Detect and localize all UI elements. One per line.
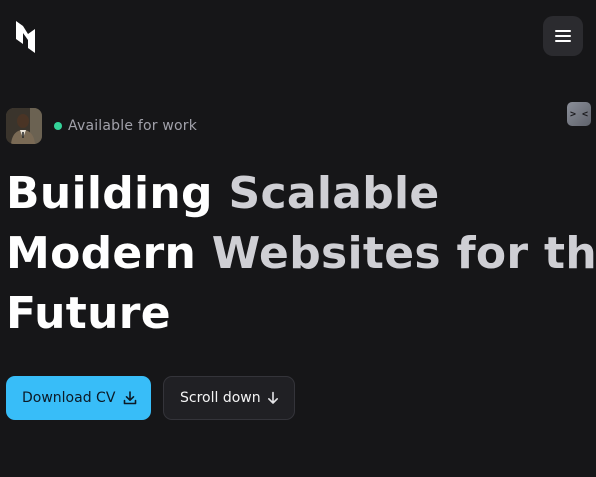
arrow-down-icon [268, 391, 278, 404]
download-cv-button[interactable]: Download CV [6, 376, 151, 420]
headline-muted: Websites for the [211, 228, 596, 279]
hamburger-menu-icon [555, 30, 571, 42]
scroll-down-label: Scroll down [180, 390, 261, 406]
logo-mark-icon[interactable] [15, 20, 37, 54]
availability-status: Available for work [54, 115, 197, 137]
download-cv-label: Download CV [22, 390, 116, 406]
scroll-down-button[interactable]: Scroll down [163, 376, 295, 420]
headline-line-2: Modern Websites for the [6, 224, 596, 284]
menu-button[interactable] [543, 16, 583, 56]
hero-headline: Building Scalable Modern Websites for th… [6, 164, 596, 344]
headline-strong: Modern [6, 228, 212, 279]
headline-line-1: Building Scalable [6, 164, 596, 224]
headline-line-3: Future [6, 284, 596, 344]
headline-muted: Scalable [228, 168, 440, 219]
download-icon [123, 391, 137, 405]
headline-strong: Future [6, 288, 171, 339]
avatar [6, 108, 42, 144]
terminal-icon[interactable]: > < [567, 102, 591, 126]
status-dot-icon [54, 122, 62, 130]
page: Available for work > < Building Scalable… [0, 0, 596, 477]
headline-strong: Building [6, 168, 229, 219]
status-text: Available for work [68, 118, 197, 134]
